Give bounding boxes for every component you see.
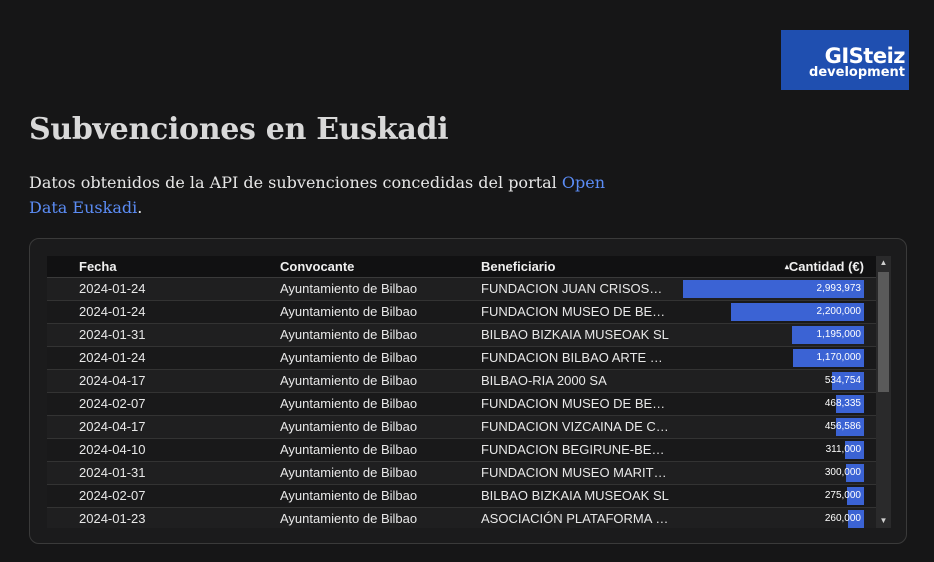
cell-beneficiario: FUNDACION BEGIRUNE-BE… (481, 442, 665, 457)
table-header-row: Fecha Convocante Beneficiario ▴Cantidad … (47, 256, 876, 278)
cell-convocante: Ayuntamiento de Bilbao (280, 419, 418, 434)
table-row[interactable]: 2024-01-24 Ayuntamiento de Bilbao FUNDACIO… (47, 301, 876, 324)
cell-convocante: Ayuntamiento de Bilbao (280, 350, 418, 365)
cell-cantidad: 311,000 (681, 441, 864, 459)
cell-fecha: 2024-04-17 (79, 373, 146, 388)
cell-convocante: Ayuntamiento de Bilbao (280, 327, 418, 342)
table-row[interactable]: 2024-01-23 Ayuntamiento de Bilbao ASOCIACI… (47, 508, 876, 528)
cell-cantidad: 468,335 (681, 395, 864, 413)
cell-beneficiario: FUNDACION MUSEO DE BE… (481, 304, 666, 319)
cell-beneficiario: BILBAO BIZKAIA MUSEOAK SL (481, 327, 669, 342)
cell-convocante: Ayuntamiento de Bilbao (280, 488, 418, 503)
cell-cantidad: 2,993,973 (681, 280, 864, 298)
table-row[interactable]: 2024-01-31 Ayuntamiento de Bilbao FUNDACIO… (47, 462, 876, 485)
logo-line2: development (809, 65, 905, 80)
page-title: Subvenciones en Euskadi (29, 112, 449, 147)
cell-convocante: Ayuntamiento de Bilbao (280, 511, 418, 526)
cell-cantidad: 275,000 (681, 487, 864, 505)
cell-beneficiario: FUNDACION BILBAO ARTE … (481, 350, 663, 365)
table-row[interactable]: 2024-01-24 Ayuntamiento de Bilbao FUNDACIO… (47, 347, 876, 370)
amount-value: 468,335 (824, 398, 861, 409)
logo-line1: GISteiz (824, 44, 906, 68)
description-text: Datos obtenidos de la API de subvencione… (29, 173, 562, 192)
cell-convocante: Ayuntamiento de Bilbao (280, 442, 418, 457)
cell-beneficiario: FUNDACION JUAN CRISOS… (481, 281, 663, 296)
amount-value: 275,000 (824, 490, 861, 501)
cell-cantidad: 2,200,000 (681, 303, 864, 321)
cell-convocante: Ayuntamiento de Bilbao (280, 465, 418, 480)
cell-beneficiario: FUNDACION MUSEO MARIT… (481, 465, 667, 480)
column-header-beneficiario[interactable]: Beneficiario (481, 256, 677, 278)
scrollbar-thumb[interactable] (878, 272, 889, 392)
cell-fecha: 2024-01-31 (79, 465, 146, 480)
cell-fecha: 2024-01-31 (79, 327, 146, 342)
triangle-up-icon[interactable]: ▲ (876, 256, 891, 270)
column-header-cantidad-label: Cantidad (€) (788, 259, 864, 274)
table-row[interactable]: 2024-01-31 Ayuntamiento de Bilbao BILBAO B… (47, 324, 876, 347)
cell-beneficiario: FUNDACION MUSEO DE BE… (481, 396, 666, 411)
cell-fecha: 2024-01-23 (79, 511, 146, 526)
table-panel: Fecha Convocante Beneficiario ▴Cantidad … (29, 238, 907, 544)
cell-fecha: 2024-02-07 (79, 396, 146, 411)
amount-value: 311,000 (825, 444, 861, 455)
cell-fecha: 2024-04-17 (79, 419, 146, 434)
gisteiz-logo: GISteiz development (781, 30, 909, 90)
amount-value: 1,170,000 (816, 352, 862, 363)
cell-cantidad: 534,754 (681, 372, 864, 390)
cell-beneficiario: BILBAO-RIA 2000 SA (481, 373, 607, 388)
cell-cantidad: 1,170,000 (681, 349, 864, 367)
table-scrollbar[interactable]: ▲ ▼ (876, 256, 891, 528)
table-row[interactable]: 2024-04-10 Ayuntamiento de Bilbao FUNDACIO… (47, 439, 876, 462)
cell-fecha: 2024-02-07 (79, 488, 146, 503)
cell-convocante: Ayuntamiento de Bilbao (280, 281, 418, 296)
column-header-cantidad[interactable]: ▴Cantidad (€) (681, 256, 864, 278)
cell-cantidad: 260,000 (681, 510, 864, 528)
description-end: . (137, 198, 143, 217)
amount-value: 456,586 (824, 421, 861, 432)
table-row[interactable]: 2024-02-07 Ayuntamiento de Bilbao BILBAO B… (47, 485, 876, 508)
amount-value: 2,993,973 (816, 283, 862, 294)
amount-value: 260,000 (824, 513, 861, 524)
subsidies-table: Fecha Convocante Beneficiario ▴Cantidad … (47, 256, 876, 528)
cell-beneficiario: FUNDACION VIZCAINA DE C… (481, 419, 669, 434)
cell-cantidad: 1,195,000 (681, 326, 864, 344)
column-header-convocante[interactable]: Convocante (280, 256, 470, 278)
cell-convocante: Ayuntamiento de Bilbao (280, 373, 418, 388)
column-header-fecha[interactable]: Fecha (79, 256, 269, 278)
cell-fecha: 2024-04-10 (79, 442, 146, 457)
cell-fecha: 2024-01-24 (79, 350, 146, 365)
cell-beneficiario: BILBAO BIZKAIA MUSEOAK SL (481, 488, 669, 503)
cell-fecha: 2024-01-24 (79, 304, 146, 319)
triangle-down-icon[interactable]: ▼ (876, 514, 891, 528)
cell-beneficiario: ASOCIACIÓN PLATAFORMA … (481, 511, 669, 526)
amount-value: 2,200,000 (816, 306, 862, 317)
cell-convocante: Ayuntamiento de Bilbao (280, 396, 418, 411)
cell-fecha: 2024-01-24 (79, 281, 146, 296)
page-description: Datos obtenidos de la API de subvencione… (29, 170, 639, 220)
amount-value: 534,754 (824, 375, 861, 386)
amount-value: 300,000 (824, 467, 861, 478)
table-row[interactable]: 2024-01-24 Ayuntamiento de Bilbao FUNDACIO… (47, 278, 876, 301)
table-row[interactable]: 2024-04-17 Ayuntamiento de Bilbao FUNDACIO… (47, 416, 876, 439)
cell-cantidad: 456,586 (681, 418, 864, 436)
table-row[interactable]: 2024-04-17 Ayuntamiento de Bilbao BILBAO-R… (47, 370, 876, 393)
amount-value: 1,195,000 (816, 329, 862, 340)
table-row[interactable]: 2024-02-07 Ayuntamiento de Bilbao FUNDACIO… (47, 393, 876, 416)
cell-cantidad: 300,000 (681, 464, 864, 482)
cell-convocante: Ayuntamiento de Bilbao (280, 304, 418, 319)
